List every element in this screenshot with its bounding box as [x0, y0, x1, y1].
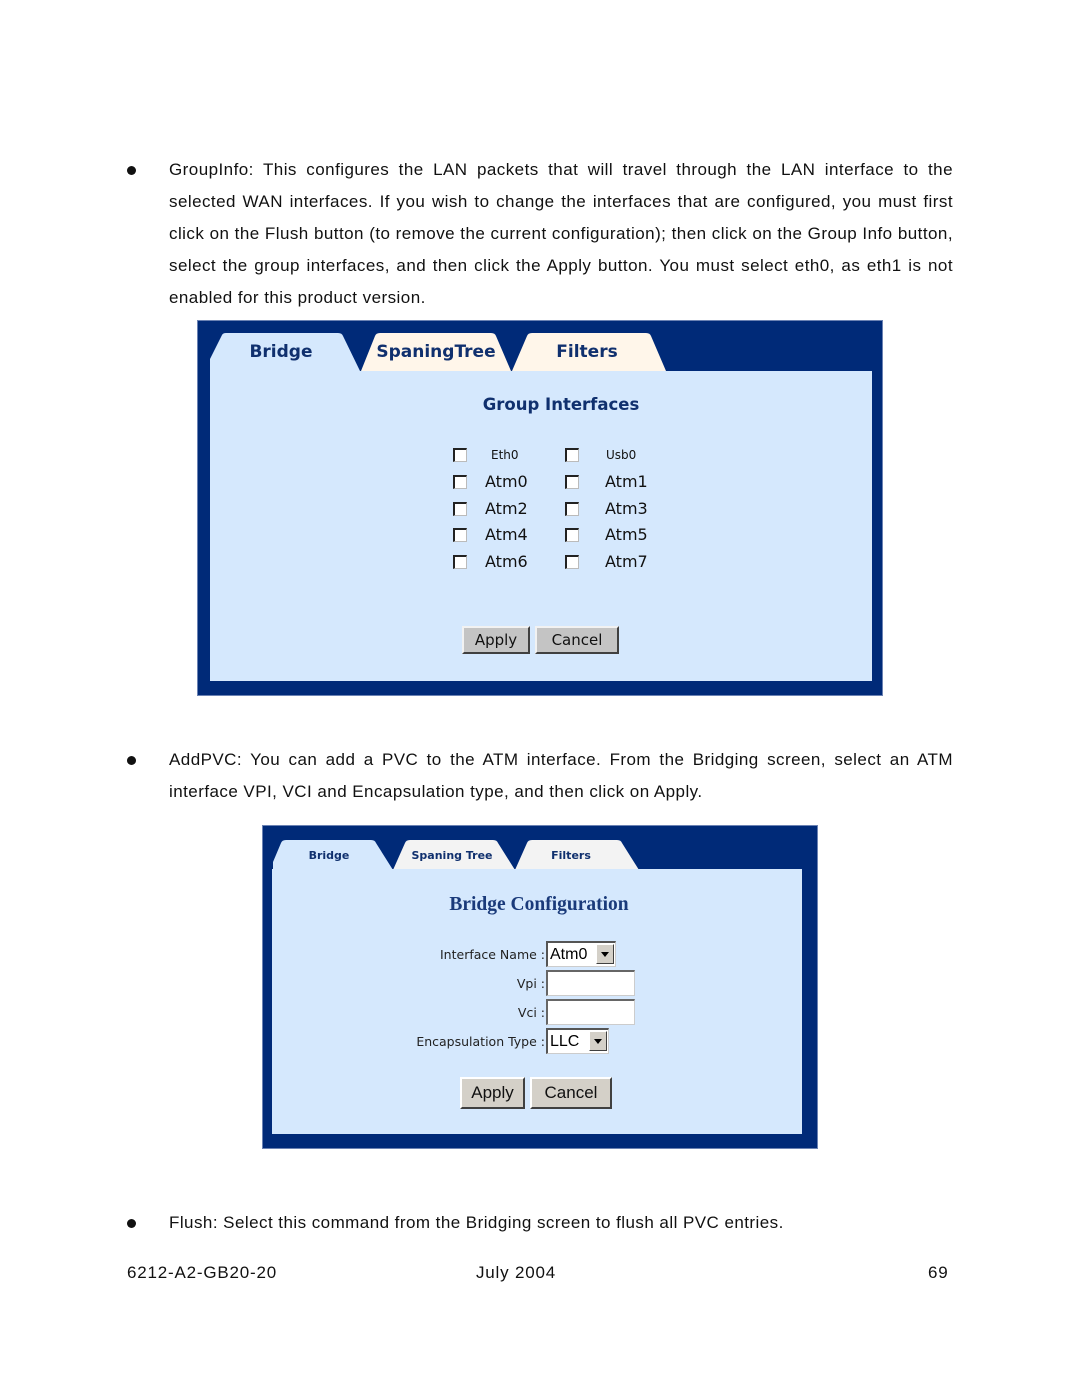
tab-label: Bridge	[308, 848, 350, 862]
tab-label: Filters	[556, 342, 618, 362]
checkbox-atm6[interactable]	[453, 555, 467, 569]
vpi-label: Vpi :	[516, 976, 545, 991]
checkbox-label: Atm2	[485, 499, 528, 518]
vci-label: Vci :	[517, 1005, 545, 1020]
group-interfaces-screenshot: Bridge SpaningTree Filters Group Interfa…	[197, 320, 883, 696]
interface-name-select[interactable]: Atm0	[546, 941, 616, 967]
encapsulation-type-label: Encapsulation Type :	[416, 1034, 545, 1049]
cancel-button[interactable]: Cancel	[535, 626, 619, 654]
encapsulation-type-select[interactable]: LLC	[546, 1028, 609, 1054]
checkbox-atm4[interactable]	[453, 528, 467, 542]
vci-input[interactable]	[546, 999, 635, 1025]
checkbox-label: Atm7	[605, 552, 648, 571]
vci-row: Vci :	[272, 999, 802, 1027]
bridge-configuration-panel: Bridge Configuration Interface Name : At…	[272, 869, 802, 1134]
checkbox-atm1[interactable]	[565, 475, 579, 489]
select-value: Atm0	[550, 945, 588, 963]
tab-label: Bridge	[249, 342, 313, 362]
panel-title: Group Interfaces	[482, 395, 640, 414]
checkbox-eth0[interactable]	[453, 448, 467, 462]
panel-title: Bridge Configuration	[449, 894, 629, 915]
tab-filters[interactable]: Filters	[515, 840, 639, 870]
cancel-button[interactable]: Cancel	[530, 1077, 612, 1109]
vpi-input[interactable]	[546, 970, 635, 996]
checkbox-label: Atm4	[485, 525, 528, 544]
checkbox-atm5[interactable]	[565, 528, 579, 542]
checkbox-atm7[interactable]	[565, 555, 579, 569]
select-value: LLC	[550, 1032, 580, 1050]
checkbox-label: Atm6	[485, 552, 528, 571]
tab-label: Filters	[551, 848, 591, 862]
checkbox-label: Atm3	[605, 499, 648, 518]
tab-bridge[interactable]: Bridge	[273, 840, 393, 870]
bullet-icon	[127, 166, 136, 175]
checkbox-label: Atm1	[605, 472, 648, 491]
footer-page-number: 69	[928, 1263, 949, 1282]
add-pvc-paragraph: AddPVC: You can add a PVC to the ATM int…	[169, 750, 953, 801]
interface-name-row: Interface Name : Atm0	[272, 941, 802, 969]
encapsulation-type-row: Encapsulation Type : LLC	[272, 1028, 802, 1056]
apply-button[interactable]: Apply	[462, 626, 530, 654]
checkbox-usb0[interactable]	[565, 448, 579, 462]
bullet-icon	[127, 756, 136, 765]
checkbox-label: Usb0	[606, 448, 637, 462]
tab-label: SpaningTree	[376, 342, 496, 362]
tab-filters[interactable]: Filters	[512, 333, 666, 371]
tab-bridge[interactable]: Bridge	[210, 333, 360, 371]
footer-date: July 2004	[476, 1263, 556, 1282]
checkbox-atm0[interactable]	[453, 475, 467, 489]
flush-paragraph: Flush: Select this command from the Brid…	[169, 1213, 784, 1232]
checkbox-atm2[interactable]	[453, 502, 467, 516]
bridge-configuration-screenshot: Bridge Spaning Tree Filters Bridge Confi…	[262, 825, 818, 1149]
group-interfaces-panel: Group Interfaces Eth0 Usb0 Atm0 Atm1 Atm…	[210, 371, 872, 681]
checkbox-label: Atm0	[485, 472, 528, 491]
tab-spaning-tree[interactable]: Spaning Tree	[393, 840, 515, 870]
vpi-row: Vpi :	[272, 970, 802, 998]
checkbox-atm3[interactable]	[565, 502, 579, 516]
tab-label: Spaning Tree	[411, 848, 493, 862]
chevron-down-icon[interactable]	[596, 944, 614, 964]
bullet-icon	[127, 1219, 136, 1228]
checkbox-label: Eth0	[491, 448, 519, 462]
chevron-down-icon[interactable]	[589, 1031, 607, 1051]
footer-doc-number: 6212-A2-GB20-20	[127, 1263, 277, 1282]
interface-name-label: Interface Name :	[440, 947, 545, 962]
apply-button[interactable]: Apply	[460, 1077, 525, 1109]
tab-spaning-tree[interactable]: SpaningTree	[361, 333, 511, 371]
group-info-paragraph: GroupInfo: This configures the LAN packe…	[169, 160, 953, 307]
checkbox-label: Atm5	[605, 525, 648, 544]
